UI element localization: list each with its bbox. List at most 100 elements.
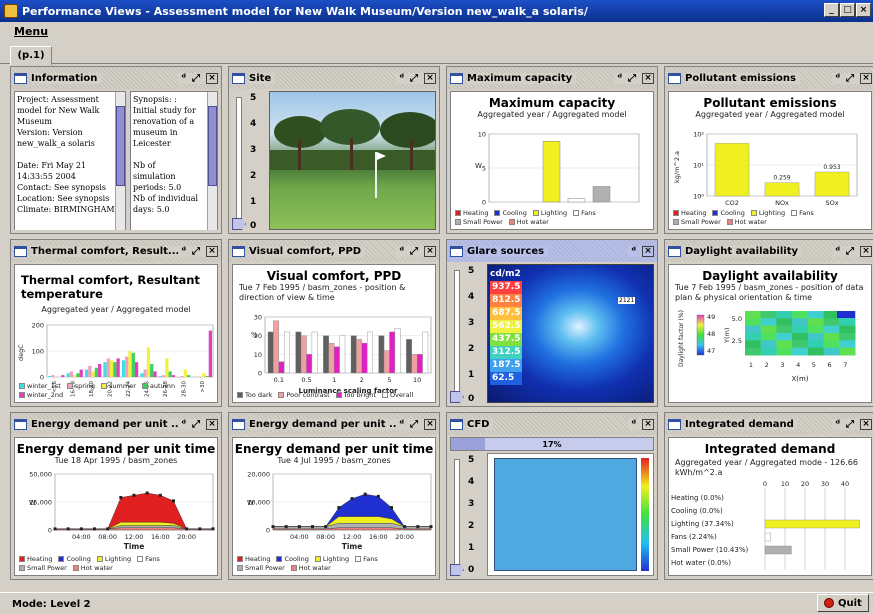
undock-icon[interactable]: ᵈ [399, 419, 404, 430]
info-right-scrollbar[interactable] [207, 92, 217, 230]
bar [714, 143, 750, 197]
bar [328, 342, 335, 374]
close-icon[interactable]: × [424, 418, 436, 430]
panel-header[interactable]: Maximum capacity ᵈ ⤢ × [447, 67, 657, 89]
tick-label: 10² [693, 131, 704, 139]
heat-cell [760, 333, 777, 341]
expand-icon[interactable]: ⤢ [410, 73, 418, 84]
info-line: Nb of [133, 161, 156, 170]
panel-header[interactable]: Energy demand per unit ... ᵈ ⤢ × [229, 413, 439, 435]
slider-knob[interactable] [450, 391, 464, 403]
tick-label: 0 [40, 374, 44, 382]
max-capacity-panel: Maximum capacity ᵈ ⤢ × Maximum capacity Ag… [446, 66, 658, 234]
close-icon[interactable]: × [860, 418, 872, 430]
expand-icon[interactable]: ⤢ [846, 73, 854, 84]
data-point [211, 527, 215, 531]
slider-knob[interactable] [232, 218, 246, 230]
window-icon [14, 245, 27, 257]
expand-icon[interactable]: ⤢ [192, 419, 200, 430]
expand-icon[interactable]: ⤢ [192, 73, 200, 84]
expand-icon[interactable]: ⤢ [410, 246, 418, 257]
bar [416, 354, 423, 374]
expand-icon[interactable]: ⤢ [628, 73, 636, 84]
undock-icon[interactable]: ᵈ [399, 73, 404, 84]
close-button[interactable]: × [856, 3, 871, 17]
expand-icon[interactable]: ⤢ [410, 419, 418, 430]
undock-icon[interactable]: ᵈ [835, 246, 840, 257]
undock-icon[interactable]: ᵈ [631, 419, 636, 430]
undock-icon[interactable]: ᵈ [835, 73, 840, 84]
quit-button[interactable]: Quit [817, 594, 869, 612]
panel-header[interactable]: Visual comfort, PPD ᵈ ⤢ × [229, 240, 439, 262]
panel-header[interactable]: Integrated demand ᵈ ⤢ × [665, 413, 873, 435]
panel-header[interactable]: Pollutant emissions ᵈ ⤢ × [665, 67, 873, 89]
minimize-button[interactable]: _ [824, 3, 839, 17]
panel-header[interactable]: CFD ᵈ × [447, 413, 657, 435]
heat-cell [760, 325, 777, 334]
tick-label: 08:00 [316, 533, 335, 541]
maximize-button[interactable]: □ [840, 3, 855, 17]
menu-item[interactable]: Menu [14, 25, 48, 38]
info-line: Nb of individual [133, 194, 199, 203]
expand-icon[interactable]: ⤢ [846, 419, 854, 430]
heat-cell [792, 347, 809, 356]
panel-header[interactable]: Daylight availability ᵈ ⤢ × [665, 240, 873, 262]
close-icon[interactable]: × [642, 418, 654, 430]
cfd-scale-slider[interactable]: 5 4 3 2 1 0 [450, 453, 484, 576]
expand-icon[interactable]: ⤢ [846, 246, 854, 257]
close-icon[interactable]: × [424, 245, 436, 257]
tick-label: 10 [781, 480, 789, 488]
data-point [271, 525, 275, 529]
undock-icon[interactable]: ᵈ [399, 246, 404, 257]
panel-title: Daylight availability [685, 245, 803, 257]
axis-label: W [475, 162, 482, 170]
close-icon[interactable]: × [860, 245, 872, 257]
window-icon [14, 72, 27, 84]
close-icon[interactable]: × [642, 72, 654, 84]
close-icon[interactable]: × [424, 72, 436, 84]
undock-icon[interactable]: ᵈ [617, 73, 622, 84]
legend-swatch [455, 219, 461, 225]
info-line: Museum [17, 117, 52, 126]
slider-knob[interactable] [450, 564, 464, 576]
panel-title: Thermal comfort, Result... [31, 245, 179, 257]
legend-swatch [137, 556, 144, 562]
heat-cell [745, 340, 762, 349]
pollutant-panel: Pollutant emissions ᵈ ⤢ × Pollutant emissi… [664, 66, 873, 234]
legend-label: Hot water [734, 218, 767, 226]
undock-icon[interactable]: ᵈ [631, 246, 636, 257]
glare-scale-slider[interactable]: 5 4 3 2 1 0 [450, 264, 484, 404]
close-icon[interactable]: × [642, 245, 654, 257]
undock-icon[interactable]: ᵈ [181, 73, 186, 84]
thermal-comfort-panel: Thermal comfort, Result... ᵈ ⤢ × Thermal c… [10, 239, 222, 407]
chart-title: Pollutant emissions [703, 96, 837, 110]
undock-icon[interactable]: ᵈ [181, 419, 186, 430]
expand-icon[interactable]: ⤢ [192, 246, 200, 257]
site-scale-slider[interactable]: 5 4 3 2 1 0 [232, 91, 266, 231]
close-icon[interactable]: × [206, 418, 218, 430]
panel-header[interactable]: Glare sources ᵈ × [447, 240, 657, 262]
undock-icon[interactable]: ᵈ [835, 419, 840, 430]
glare-level: 62.5 [490, 372, 523, 385]
panel-header[interactable]: Thermal comfort, Result... ᵈ ⤢ × [11, 240, 221, 262]
undock-icon[interactable]: ᵈ [181, 246, 186, 257]
panel-header[interactable]: Energy demand per unit ... ᵈ ⤢ × [11, 413, 221, 435]
legend-swatch [532, 210, 539, 216]
info-left-scrollbar[interactable] [115, 92, 125, 230]
legend-swatch [455, 210, 461, 216]
legend-item: Hot water [726, 218, 767, 227]
legend-swatch [19, 565, 25, 571]
tick-label: 10 [254, 351, 262, 359]
close-icon[interactable]: × [206, 245, 218, 257]
info-line: periods: 5.0 [133, 183, 182, 192]
panel-header[interactable]: Information ᵈ ⤢ × [11, 67, 221, 89]
bar [103, 362, 107, 377]
tick-label: 20,000 [247, 471, 270, 479]
bar [150, 364, 154, 377]
panel-header[interactable]: Site ᵈ ⤢ × [229, 67, 439, 89]
close-icon[interactable]: × [860, 72, 872, 84]
bar [567, 198, 586, 203]
heat-cell [823, 325, 840, 334]
tab-page-1[interactable]: (p.1) [10, 46, 52, 65]
close-icon[interactable]: × [206, 72, 218, 84]
